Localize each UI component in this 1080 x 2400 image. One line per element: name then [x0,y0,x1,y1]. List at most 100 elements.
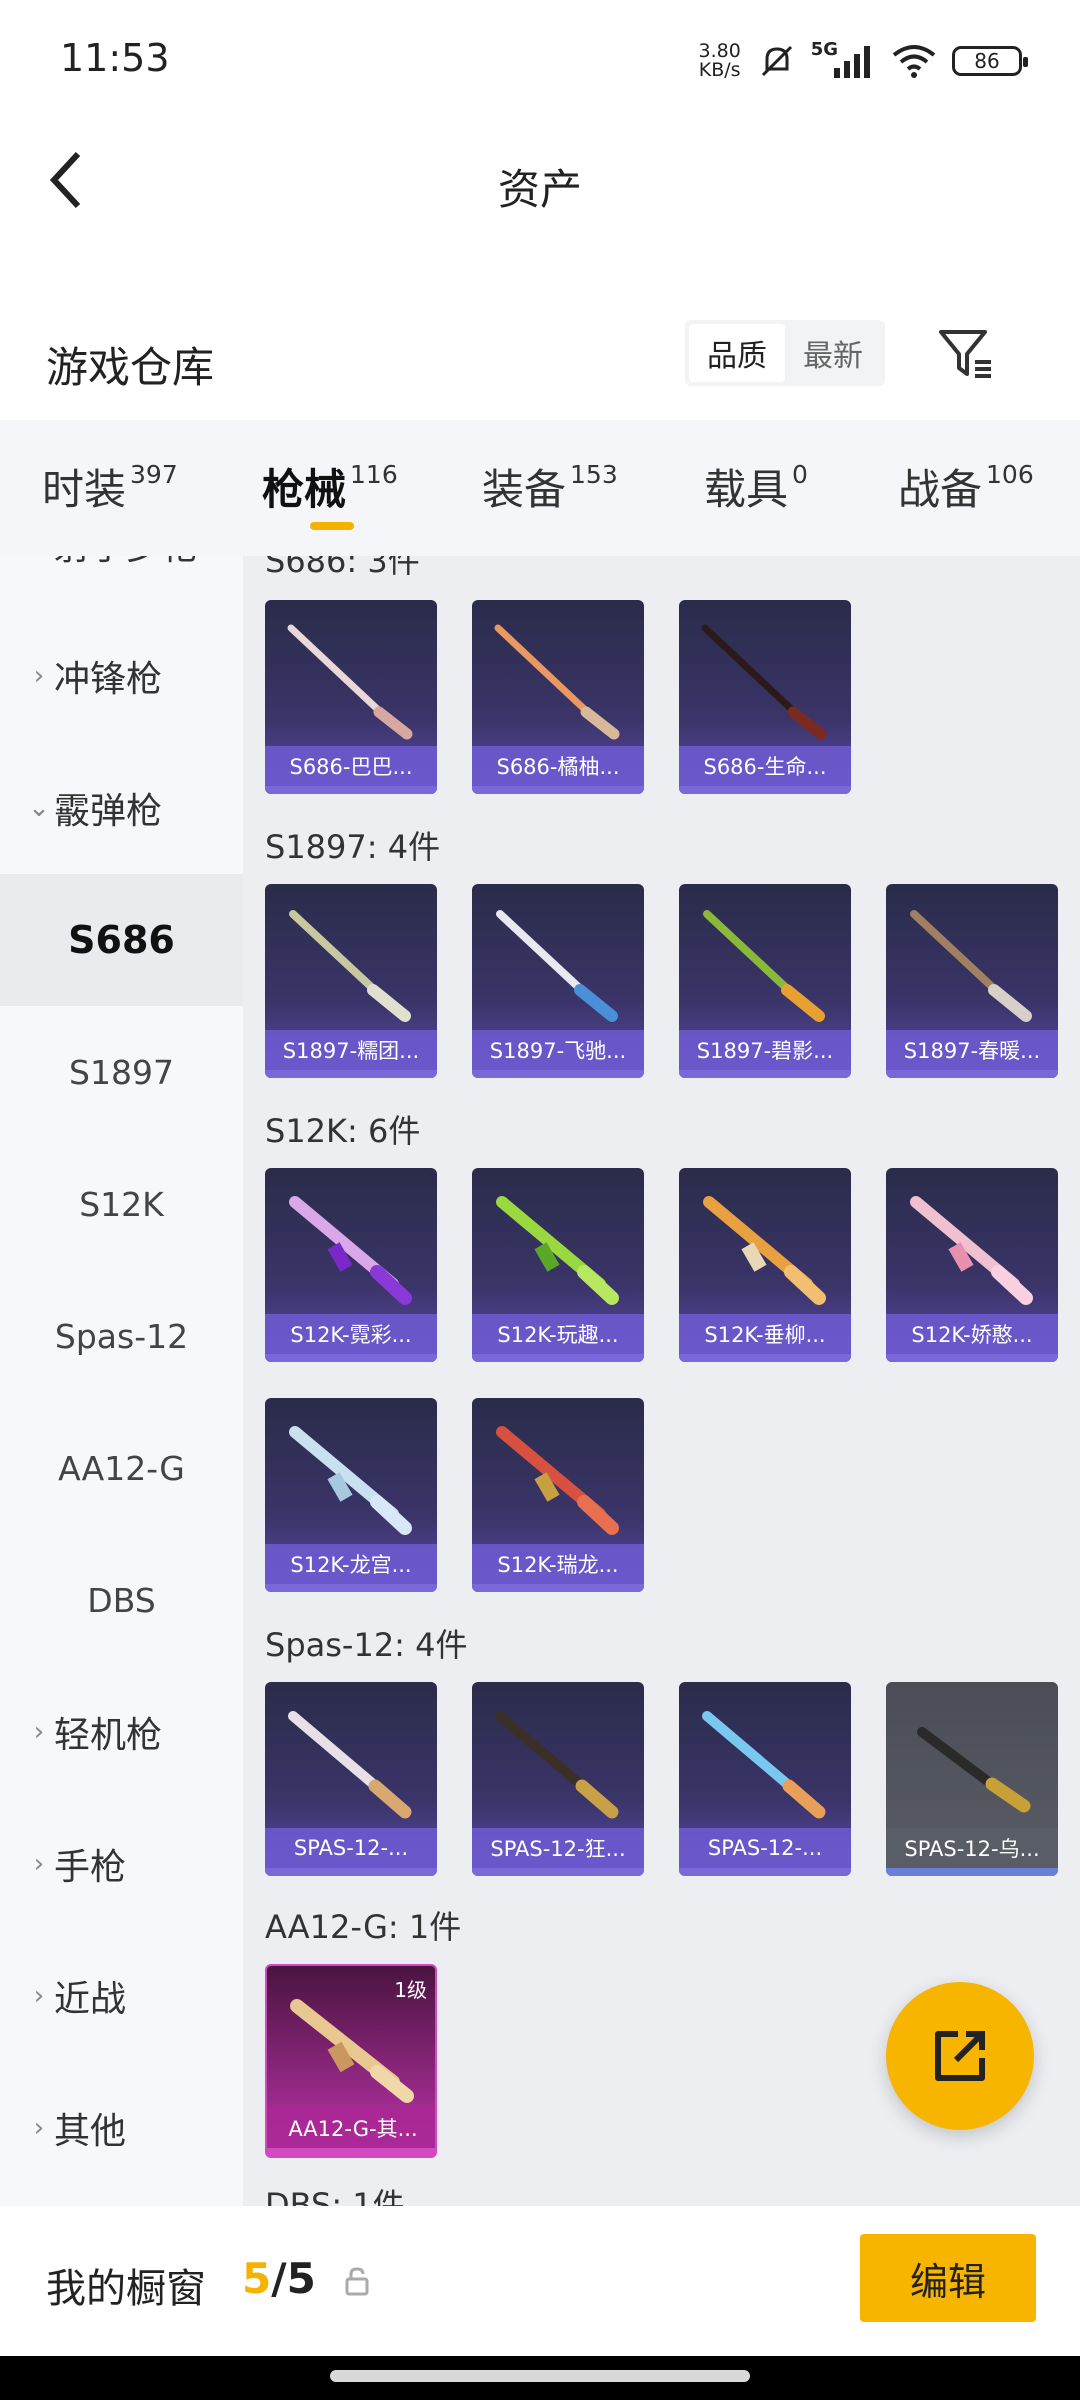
item-card[interactable]: S1897-碧影... [679,884,851,1078]
sidebar-item-label: 手枪 [54,1847,127,1888]
sidebar-item-label: 近战 [54,1979,127,2020]
item-card[interactable]: SPAS-12-狂... [472,1682,644,1876]
sidebar-item-s1897[interactable]: S1897 [0,1006,243,1138]
sidebar-item-label: Spas-12 [54,1316,189,1356]
rifle-icon [289,1196,412,1305]
sidebar-item-smg[interactable]: › 冲锋枪 [0,610,243,742]
item-name: S12K-垂柳... [679,1314,851,1354]
item-card[interactable]: S1897-糯团... [265,884,437,1078]
item-name: SPAS-12-乌... [886,1828,1058,1868]
tab-count: 106 [986,460,1034,489]
edit-button[interactable]: 编辑 [860,2234,1036,2322]
share-button[interactable] [886,1982,1034,2130]
item-name: AA12-G-其... [267,2108,435,2148]
chevron-right-icon: › [24,556,54,559]
sidebar-item-dbs[interactable]: DBS [0,1534,243,1666]
sidebar-item-aa12g[interactable]: AA12-G [0,1402,243,1534]
sidebar-item-label: S686 [68,918,175,962]
tab-equipment[interactable]: 装备 153 [482,456,618,517]
chevron-right-icon: › [33,1717,45,1747]
item-card[interactable]: S12K-瑞龙... [472,1398,644,1592]
mute-icon [757,41,797,81]
shotgun-icon [288,1711,412,1819]
sidebar-item-label: S12K [79,1184,164,1224]
shotgun-icon [496,910,618,1022]
tab-label: 载具 [704,465,789,514]
status-icons: 3.80 KB/s 5G 86 [697,36,1028,86]
sidebar-item-label: 射手步枪 [54,556,198,570]
home-indicator[interactable] [330,2370,750,2382]
sidebar-item-marksman-rifle[interactable]: ›射手步枪 [0,556,243,610]
shotgun-icon [703,910,825,1022]
group-title: DBS: 1件 [265,2186,405,2206]
sidebar-item-pistol[interactable]: › 手枪 [0,1798,243,1930]
sidebar-item-lmg[interactable]: › 轻机枪 [0,1666,243,1798]
showcase-bar: 我的橱窗 5/5 编辑 [0,2206,1080,2356]
item-card[interactable]: S12K-垂柳... [679,1168,851,1362]
status-time: 11:53 [60,36,170,80]
item-card[interactable]: SPAS-12-... [265,1682,437,1876]
sidebar-item-label: 其他 [54,2111,127,2152]
item-card[interactable]: S686-橘柚... [472,600,644,794]
item-name: S12K-瑞龙... [472,1544,644,1584]
sidebar-item-s686[interactable]: S686 [0,874,243,1006]
item-card[interactable]: S12K-玩趣... [472,1168,644,1362]
item-name: S1897-春暖... [886,1030,1058,1070]
item-card[interactable]: SPAS-12-... [679,1682,851,1876]
sidebar-item-melee[interactable]: › 近战 [0,1930,243,2062]
shotgun-icon [289,910,411,1022]
tab-supplies[interactable]: 战备 106 [898,456,1034,517]
shotgun-icon [495,1711,619,1819]
status-bar: 11:53 3.80 KB/s 5G 86 [0,0,1080,120]
rifle-icon [496,1426,619,1535]
item-name: SPAS-12-狂... [472,1828,644,1868]
shotgun-icon [494,624,620,740]
item-card[interactable]: 1级 AA12-G-其... [265,1964,437,2158]
sidebar-item-shotgun[interactable]: ⌄ 霰弹枪 [0,742,243,874]
sort-newest-option[interactable]: 最新 [785,324,881,382]
rifle-icon [290,1999,414,2103]
rifle-icon [496,1196,619,1305]
sidebar-item-label: AA12-G [58,1448,185,1488]
sidebar-item-label: S1897 [69,1052,174,1092]
item-card[interactable]: SPAS-12-乌... [886,1682,1058,1876]
sidebar-item-other[interactable]: › 其他 [0,2062,243,2194]
rifle-icon [289,1426,412,1535]
sort-quality-option[interactable]: 品质 [689,324,785,382]
tab-firearms[interactable]: 枪械 116 [262,456,398,517]
showcase-label: 我的橱窗 [46,2266,206,2312]
system-nav-bar [0,2356,1080,2400]
chevron-right-icon: › [33,1849,45,1879]
tab-vehicles[interactable]: 载具 0 [704,456,808,517]
item-card[interactable]: S686-巴巴... [265,600,437,794]
share-icon [935,2031,985,2081]
item-name: S1897-飞驰... [472,1030,644,1070]
sidebar-item-label: DBS [87,1580,156,1620]
sidebar-item-label: 冲锋枪 [54,659,163,700]
item-card[interactable]: S12K-娇憨... [886,1168,1058,1362]
signal-label: 5G [810,38,838,60]
page-title: 资产 [497,165,582,214]
chevron-down-icon: ⌄ [28,793,50,823]
item-name: S1897-碧影... [679,1030,851,1070]
item-name: SPAS-12-... [265,1828,437,1868]
filter-button[interactable] [935,324,995,384]
item-card[interactable]: S1897-飞驰... [472,884,644,1078]
tab-count: 0 [792,460,808,489]
item-card[interactable]: S686-生命... [679,600,851,794]
signal-icon: 5G [811,39,876,78]
chevron-right-icon: › [33,2113,45,2143]
category-tabs: 时装 397 枪械 116 装备 153 载具 0 战备 106 [0,420,1080,556]
item-card[interactable]: S12K-霓彩... [265,1168,437,1362]
filter-icon [939,330,991,378]
sort-toggle: 品质 最新 [685,320,885,386]
item-card[interactable]: S1897-春暖... [886,884,1058,1078]
sidebar-item-label: 霰弹枪 [54,791,163,832]
sidebar-item-s12k[interactable]: S12K [0,1138,243,1270]
item-name: S12K-玩趣... [472,1314,644,1354]
chevron-right-icon: › [33,1981,45,2011]
item-card[interactable]: S12K-龙宫... [265,1398,437,1592]
sidebar-item-spas12[interactable]: Spas-12 [0,1270,243,1402]
tab-fashion[interactable]: 时装 397 [42,456,178,517]
group-title: Spas-12: 4件 [265,1626,468,1664]
